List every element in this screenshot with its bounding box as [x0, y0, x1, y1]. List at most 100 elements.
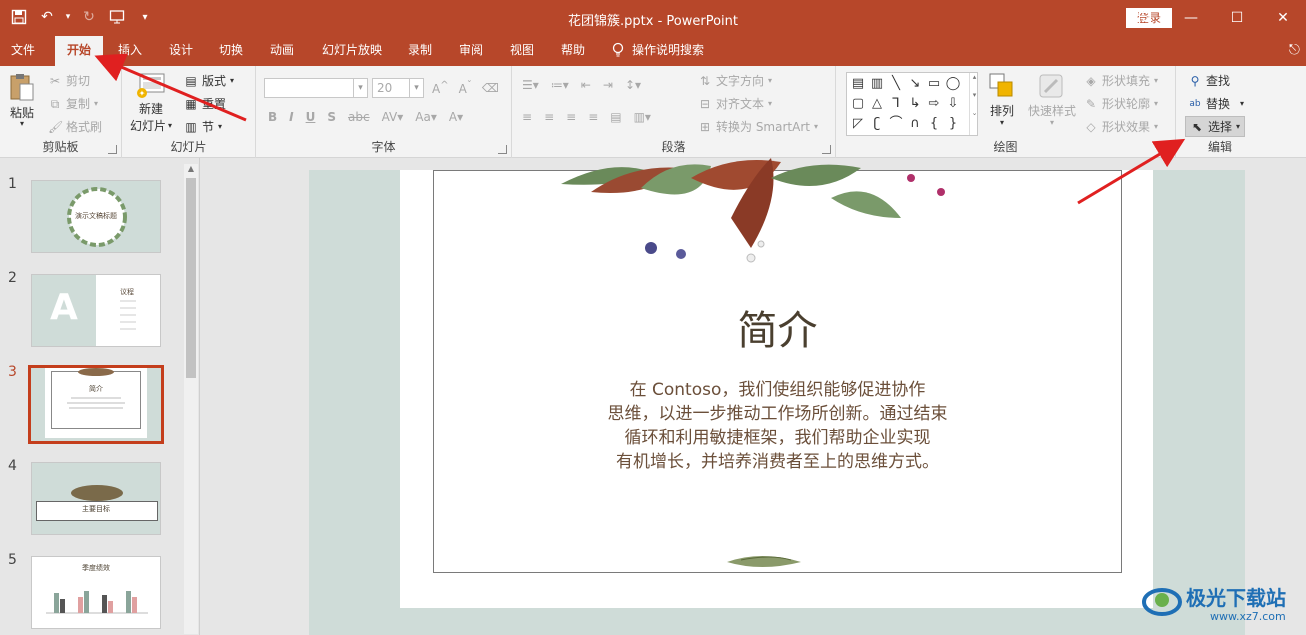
- right-arrow-shape-icon[interactable]: ⇨: [925, 95, 943, 113]
- section-button[interactable]: ▥ 节 ▾: [184, 118, 222, 135]
- tell-me-search[interactable]: 操作说明搜索: [612, 36, 704, 66]
- vertical-text-box-shape-icon[interactable]: ▥: [868, 75, 886, 93]
- elbow-arrow-shape-icon[interactable]: ↳: [906, 95, 924, 113]
- font-color-icon[interactable]: A▾: [449, 110, 463, 124]
- text-direction-button[interactable]: ⇅ 文字方向 ▾: [698, 72, 772, 89]
- font-launcher-icon[interactable]: [498, 145, 507, 154]
- slide-thumbnail-3[interactable]: 简介: [28, 365, 164, 444]
- text-box-shape-icon[interactable]: ▤: [849, 75, 867, 93]
- line-spacing-icon[interactable]: ↕▾: [625, 78, 641, 92]
- slide-thumbnail-5[interactable]: 季度绩效: [31, 556, 161, 629]
- drawing-launcher-icon[interactable]: [1162, 145, 1171, 154]
- tab-animations[interactable]: 动画: [264, 36, 300, 66]
- increase-font-icon[interactable]: A^: [432, 80, 449, 96]
- tab-file[interactable]: 文件: [0, 36, 46, 66]
- maximize-icon[interactable]: ☐: [1214, 0, 1260, 36]
- clipboard-launcher-icon[interactable]: [108, 145, 117, 154]
- shapes-more-icon[interactable]: ⌄: [970, 109, 979, 117]
- italic-icon[interactable]: I: [289, 110, 293, 124]
- increase-indent-icon[interactable]: ⇥: [603, 78, 613, 92]
- columns-icon[interactable]: ▥▾: [634, 110, 651, 124]
- oval-shape-icon[interactable]: ◯: [944, 75, 962, 93]
- font-name-combo[interactable]: ▾: [264, 78, 368, 98]
- justify-icon[interactable]: ≡: [588, 110, 598, 124]
- numbering-icon[interactable]: ≔▾: [551, 78, 569, 92]
- slide-thumbnail-4[interactable]: 主要目标: [31, 462, 161, 535]
- scrollbar-thumb[interactable]: [186, 178, 196, 378]
- clear-formatting-icon[interactable]: ⌫: [482, 81, 499, 95]
- right-brace-shape-icon[interactable]: }: [944, 115, 962, 133]
- align-left-icon[interactable]: ≡: [522, 110, 532, 124]
- bold-icon[interactable]: B: [268, 110, 277, 124]
- smartart-button[interactable]: ⊞ 转换为 SmartArt ▾: [698, 118, 818, 135]
- arrow-line-shape-icon[interactable]: ↘: [906, 75, 924, 93]
- slide-thumbnail-2[interactable]: A 议程: [31, 274, 161, 347]
- tab-transitions[interactable]: 切换: [213, 36, 249, 66]
- cut-button[interactable]: ✂ 剪切: [48, 72, 90, 89]
- arc-shape-icon[interactable]: ⌒: [887, 115, 905, 133]
- tab-help[interactable]: 帮助: [555, 36, 591, 66]
- tab-slideshow[interactable]: 幻灯片放映: [315, 36, 389, 66]
- paragraph-launcher-icon[interactable]: [822, 145, 831, 154]
- find-button[interactable]: ⚲ 查找: [1188, 72, 1230, 89]
- share-icon[interactable]: ⎋: [1289, 42, 1300, 58]
- slide-body-text[interactable]: 在 Contoso，我们使组织能够促进协作 思维，以进一步推动工作场所创新。通过…: [533, 378, 1022, 474]
- down-arrow-shape-icon[interactable]: ⇩: [944, 95, 962, 113]
- strikethrough-icon[interactable]: abc: [348, 110, 370, 124]
- close-icon[interactable]: ✕: [1260, 0, 1306, 36]
- tab-view[interactable]: 视图: [504, 36, 540, 66]
- shapes-up-icon[interactable]: ▴: [970, 73, 979, 81]
- undo-icon[interactable]: ↶: [36, 6, 58, 28]
- rounded-rect-shape-icon[interactable]: ▢: [849, 95, 867, 113]
- decrease-font-icon[interactable]: Aˇ: [459, 80, 472, 96]
- character-spacing-icon[interactable]: AV▾: [382, 110, 404, 124]
- select-button[interactable]: ⬉ 选择 ▾: [1185, 116, 1246, 137]
- left-brace-shape-icon[interactable]: {: [925, 115, 943, 133]
- quick-styles-button[interactable]: 快速样式 ▾: [1028, 72, 1076, 127]
- line-shape-icon[interactable]: ╲: [887, 75, 905, 93]
- shapes-gallery-scroll[interactable]: ▴ ▾ ⌄: [969, 73, 979, 135]
- curve-shape-icon[interactable]: ∩: [906, 115, 924, 133]
- scroll-up-icon[interactable]: ▲: [184, 164, 198, 176]
- tab-home[interactable]: 开始: [55, 36, 103, 66]
- font-size-dropdown-icon[interactable]: ▾: [409, 79, 423, 97]
- font-name-dropdown-icon[interactable]: ▾: [353, 79, 367, 97]
- align-text-button[interactable]: ⊟ 对齐文本 ▾: [698, 95, 772, 112]
- save-icon[interactable]: [8, 6, 30, 28]
- minimize-icon[interactable]: —: [1168, 0, 1214, 36]
- undo-dropdown-icon[interactable]: ▾: [64, 6, 72, 28]
- arrange-button[interactable]: 排列 ▾: [988, 72, 1016, 127]
- layout-button[interactable]: ▤ 版式 ▾: [184, 72, 234, 89]
- slide-title[interactable]: 简介: [433, 298, 1122, 356]
- format-painter-button[interactable]: 🖌 格式刷: [48, 118, 102, 135]
- start-from-beginning-icon[interactable]: [106, 6, 128, 28]
- align-right-icon[interactable]: ≡: [566, 110, 576, 124]
- font-size-combo[interactable]: 20 ▾: [372, 78, 424, 98]
- distributed-icon[interactable]: ▤: [610, 110, 621, 124]
- shape-effects-button[interactable]: ◇ 形状效果 ▾: [1084, 118, 1158, 135]
- underline-icon[interactable]: U: [306, 110, 316, 124]
- shape-outline-button[interactable]: ✎ 形状轮廓 ▾: [1084, 95, 1158, 112]
- slide-thumbnail-1[interactable]: 演示文稿标题: [31, 180, 161, 253]
- replace-button[interactable]: ab 替换 ▾: [1188, 95, 1244, 112]
- elbow-connector-shape-icon[interactable]: ⅂: [887, 95, 905, 113]
- ribbon-display-options-icon[interactable]: [1122, 0, 1168, 36]
- copy-button[interactable]: ⧉ 复制 ▾: [48, 95, 98, 112]
- paste-button[interactable]: 粘贴 ▾: [8, 72, 36, 128]
- snip-rect-shape-icon[interactable]: ◸: [849, 115, 867, 133]
- rectangle-shape-icon[interactable]: ▭: [925, 75, 943, 93]
- freeform-shape-icon[interactable]: ʗ: [868, 115, 886, 133]
- tab-review[interactable]: 审阅: [453, 36, 489, 66]
- redo-icon[interactable]: ↻: [78, 6, 100, 28]
- shapes-down-icon[interactable]: ▾: [970, 91, 979, 99]
- reset-button[interactable]: ▦ 重置: [184, 95, 226, 112]
- tab-insert[interactable]: 插入: [110, 36, 150, 66]
- decrease-indent-icon[interactable]: ⇤: [581, 78, 591, 92]
- customize-qat-icon[interactable]: ▾: [134, 6, 156, 28]
- bullets-icon[interactable]: ☰▾: [522, 78, 539, 92]
- tab-design[interactable]: 设计: [163, 36, 199, 66]
- tab-record[interactable]: 录制: [402, 36, 438, 66]
- shadow-icon[interactable]: S: [327, 110, 336, 124]
- new-slide-button[interactable]: ✦ 新建 幻灯片 ▾: [130, 72, 172, 134]
- change-case-icon[interactable]: Aa▾: [415, 110, 437, 124]
